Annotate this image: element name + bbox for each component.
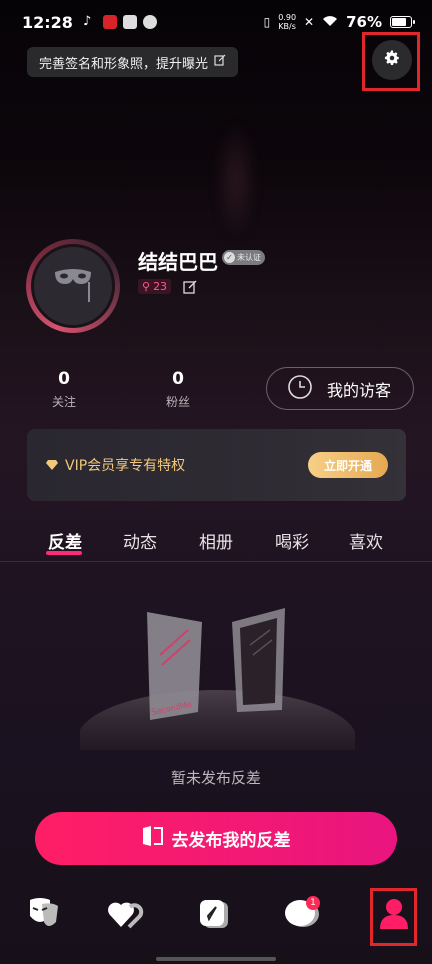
visitors-button[interactable]: 我的访客 <box>266 367 414 410</box>
vibrate-icon: ▯ <box>263 15 271 29</box>
mask-icon <box>51 264 95 308</box>
avatar-inner <box>31 244 115 328</box>
heart-icon <box>107 897 145 935</box>
status-app-icons: ♪ <box>83 15 157 29</box>
nav-mask[interactable] <box>18 894 62 938</box>
publish-button-label: 去发布我的反差 <box>171 831 291 851</box>
tab-cheers[interactable]: 喝彩 <box>275 528 309 553</box>
active-tab-indicator <box>46 551 82 555</box>
vip-banner[interactable]: VIP会员享专有特权 立即开通 <box>27 429 406 501</box>
smoke-decoration <box>216 120 256 240</box>
level-badge: ⚲ 23 <box>138 279 172 294</box>
clock-icon <box>287 374 313 404</box>
news-app-icon <box>102 15 117 29</box>
nav-heart[interactable] <box>104 894 148 938</box>
edit-icon <box>214 54 226 70</box>
vip-open-button[interactable]: 立即开通 <box>308 452 388 478</box>
status-time: 12:28 <box>22 12 73 32</box>
verify-badge[interactable]: ✓ 未认证 <box>222 250 265 265</box>
username: 结结巴巴 <box>138 250 218 274</box>
wifi-icon <box>322 15 338 30</box>
tabs-divider <box>0 561 432 562</box>
profile-tip[interactable]: 完善签名和形象照，提升曝光 <box>27 47 239 77</box>
following-label: 关注 <box>51 395 76 409</box>
tiktok-icon: ♪ <box>82 14 92 29</box>
profile-tip-text: 完善签名和形象照，提升曝光 <box>39 56 209 72</box>
link-app-icon <box>142 15 157 29</box>
profile-nav-highlight-box <box>370 888 417 946</box>
following-count: 0 <box>58 369 70 389</box>
empty-state-illustration: SecondMe <box>80 608 355 750</box>
publish-contrast-button[interactable]: 去发布我的反差 <box>35 812 397 865</box>
followers-label: 粉丝 <box>165 395 190 409</box>
vip-label: VIP会员享专有特权 <box>65 458 186 474</box>
edit-profile-icon[interactable] <box>183 279 197 294</box>
avatar[interactable] <box>26 239 120 333</box>
nav-chat[interactable]: 1 <box>280 894 324 938</box>
battery-percent: 76% <box>346 13 382 31</box>
chat-unread-badge: 1 <box>306 896 320 910</box>
level-value: 23 <box>153 280 168 293</box>
net-speed: 0.90 KB/s <box>278 13 297 31</box>
verify-badge-label: 未认证 <box>237 253 261 262</box>
tab-moments[interactable]: 动态 <box>123 528 157 553</box>
settings-highlight-box <box>362 32 420 91</box>
followers-count: 0 <box>172 369 184 389</box>
tab-album[interactable]: 相册 <box>199 528 233 553</box>
tab-contrast[interactable]: 反差 <box>48 528 82 553</box>
mask-icon <box>20 896 60 936</box>
following-stat[interactable]: 0 关注 <box>34 369 94 410</box>
home-indicator[interactable] <box>156 957 276 961</box>
followers-stat[interactable]: 0 粉丝 <box>148 369 208 410</box>
empty-state-message: 暂未发布反差 <box>170 769 261 787</box>
store-app-icon <box>122 15 137 29</box>
nav-explore[interactable] <box>192 894 236 938</box>
check-icon: ✓ <box>224 252 235 263</box>
visitors-label: 我的访客 <box>327 380 392 400</box>
bottom-nav: 1 <box>0 880 432 964</box>
compass-icon <box>196 896 232 936</box>
level-icon: ⚲ <box>142 280 151 293</box>
tab-likes[interactable]: 喜欢 <box>349 528 383 553</box>
battery-icon <box>390 16 415 28</box>
door-icon <box>142 826 164 851</box>
sim-icon: ✕ <box>304 15 315 29</box>
status-right: ▯ 0.90 KB/s ✕ 76% <box>263 13 415 31</box>
diamond-icon <box>45 456 59 475</box>
